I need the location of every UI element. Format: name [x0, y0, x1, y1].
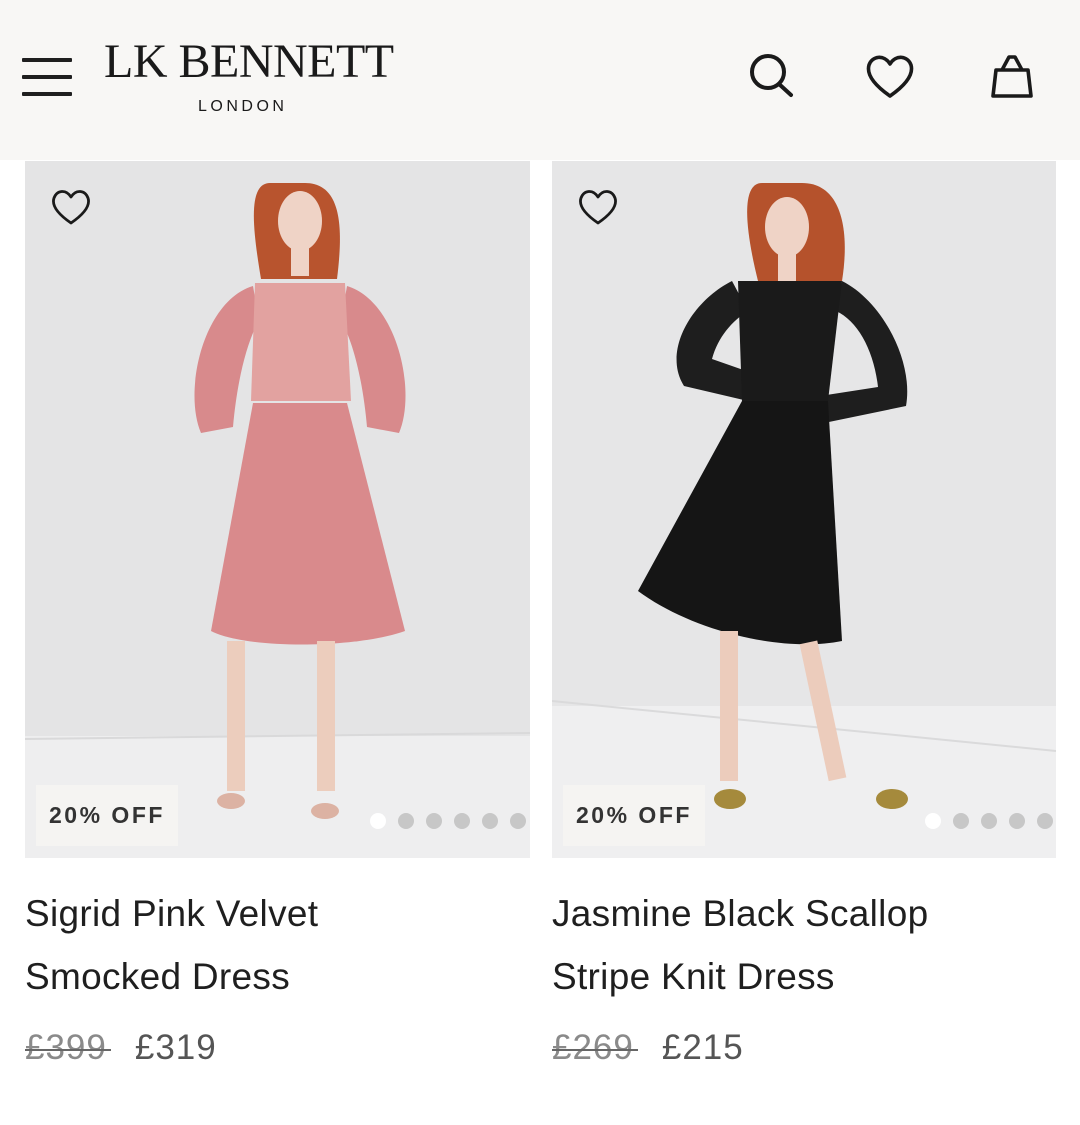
brand-name: LK BENNETT	[104, 35, 394, 88]
search-icon[interactable]	[742, 48, 798, 104]
product-title-line2: Smocked Dress	[25, 956, 291, 997]
favorite-heart-icon[interactable]	[576, 185, 620, 229]
carousel-dot[interactable]	[1009, 813, 1025, 829]
carousel-dot[interactable]	[1037, 813, 1053, 829]
sale-price: £319	[134, 1028, 217, 1067]
product-card[interactable]: 20% OFF Sigrid Pink Velvet Smocked Dress…	[25, 161, 530, 1073]
image-carousel-dots	[370, 813, 526, 829]
bag-icon[interactable]	[984, 48, 1040, 104]
original-price: £399	[25, 1028, 111, 1067]
wishlist-heart-icon[interactable]	[862, 48, 918, 104]
carousel-dot[interactable]	[953, 813, 969, 829]
product-title-line1: Sigrid Pink Velvet	[25, 893, 319, 934]
product-image[interactable]: 20% OFF	[25, 161, 530, 858]
product-title-line1: Jasmine Black Scallop	[552, 893, 929, 934]
price-row: £269 £215	[552, 1023, 1056, 1073]
brand-subtitle: LONDON	[198, 98, 288, 115]
discount-badge: 20% OFF	[563, 785, 705, 846]
carousel-dot[interactable]	[454, 813, 470, 829]
product-card[interactable]: 20% OFF Jasmine Black Scallop Stripe Kni…	[552, 161, 1056, 1073]
carousel-dot[interactable]	[370, 813, 386, 829]
sale-price: £215	[661, 1028, 744, 1067]
product-title-line2: Stripe Knit Dress	[552, 956, 835, 997]
carousel-dot[interactable]	[482, 813, 498, 829]
menu-icon[interactable]	[22, 58, 72, 98]
site-header: LK BENNETT LONDON	[0, 0, 1080, 160]
price-row: £399 £319	[25, 1023, 530, 1073]
carousel-dot[interactable]	[510, 813, 526, 829]
original-price: £269	[552, 1028, 638, 1067]
product-image[interactable]: 20% OFF	[552, 161, 1056, 858]
carousel-dot[interactable]	[925, 813, 941, 829]
brand-logo[interactable]: LK BENNETT LONDON	[104, 35, 394, 120]
product-title[interactable]: Jasmine Black Scallop Stripe Knit Dress	[552, 882, 1056, 1008]
carousel-dot[interactable]	[426, 813, 442, 829]
image-carousel-dots	[925, 813, 1053, 829]
product-title[interactable]: Sigrid Pink Velvet Smocked Dress	[25, 882, 530, 1008]
carousel-dot[interactable]	[398, 813, 414, 829]
carousel-dot[interactable]	[981, 813, 997, 829]
discount-badge: 20% OFF	[36, 785, 178, 846]
favorite-heart-icon[interactable]	[49, 185, 93, 229]
